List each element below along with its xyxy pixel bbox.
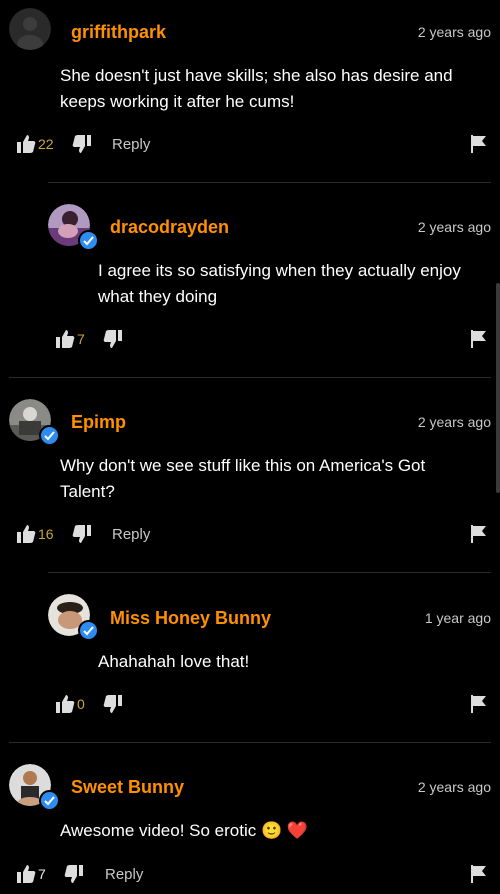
thumbs-down-icon[interactable]: [72, 134, 92, 159]
comment-actions: 16 Reply: [16, 524, 490, 548]
like-count: 22: [38, 136, 54, 152]
flag-icon[interactable]: [470, 524, 488, 549]
like-count: 7: [38, 866, 46, 882]
flag-icon[interactable]: [470, 694, 488, 719]
comment-actions: 0: [55, 694, 490, 718]
thumbs-down-icon[interactable]: [103, 329, 123, 354]
comment-username[interactable]: dracodrayden: [110, 217, 229, 238]
scrollbar[interactable]: [496, 283, 500, 493]
thumbs-down-icon[interactable]: [103, 694, 123, 719]
flag-icon[interactable]: [470, 329, 488, 354]
like-count: 16: [38, 526, 54, 542]
thumbs-down-icon[interactable]: [72, 524, 92, 549]
comment-username[interactable]: griffithpark: [71, 22, 166, 43]
comment-timestamp: 2 years ago: [417, 414, 491, 430]
comment-text: Awesome video! So erotic 🙂 ❤️: [60, 821, 309, 840]
verified-check-icon: [78, 230, 99, 251]
comment-actions: 7 Reply: [16, 864, 490, 888]
comment-username[interactable]: Epimp: [71, 412, 126, 433]
reply-button[interactable]: Reply: [112, 136, 150, 153]
comment-actions: 22 Reply: [16, 134, 490, 158]
comment-text: I agree its so satisfying when they actu…: [98, 261, 461, 306]
verified-check-icon: [39, 790, 60, 811]
reply-button[interactable]: Reply: [105, 866, 143, 883]
reply-button[interactable]: Reply: [112, 526, 150, 543]
avatar[interactable]: [9, 8, 51, 50]
thumbs-up-icon[interactable]: [16, 864, 36, 889]
comment-text: She doesn't just have skills; she also h…: [60, 66, 453, 111]
thumbs-up-icon[interactable]: [55, 694, 75, 719]
comment-username[interactable]: Sweet Bunny: [71, 777, 184, 798]
comment-text: Why don't we see stuff like this on Amer…: [60, 456, 426, 501]
divider: [9, 742, 491, 743]
like-count: 7: [77, 331, 85, 347]
comment-actions: 7: [55, 329, 490, 353]
divider: [48, 182, 491, 183]
comment-text: Ahahahah love that!: [98, 652, 250, 671]
verified-check-icon: [39, 425, 60, 446]
thumbs-up-icon[interactable]: [16, 524, 36, 549]
divider: [48, 572, 491, 573]
comment-timestamp: 2 years ago: [417, 779, 491, 795]
thumbs-down-icon[interactable]: [64, 864, 84, 889]
verified-check-icon: [78, 620, 99, 641]
like-count: 0: [77, 696, 85, 712]
thumbs-up-icon[interactable]: [55, 329, 75, 354]
comment-timestamp: 2 years ago: [417, 24, 491, 40]
comment-timestamp: 2 years ago: [417, 219, 491, 235]
divider: [9, 377, 491, 378]
flag-icon[interactable]: [470, 864, 488, 889]
thumbs-up-icon[interactable]: [16, 134, 36, 159]
comment-username[interactable]: Miss Honey Bunny: [110, 608, 271, 629]
flag-icon[interactable]: [470, 134, 488, 159]
comment-timestamp: 1 year ago: [424, 610, 491, 626]
